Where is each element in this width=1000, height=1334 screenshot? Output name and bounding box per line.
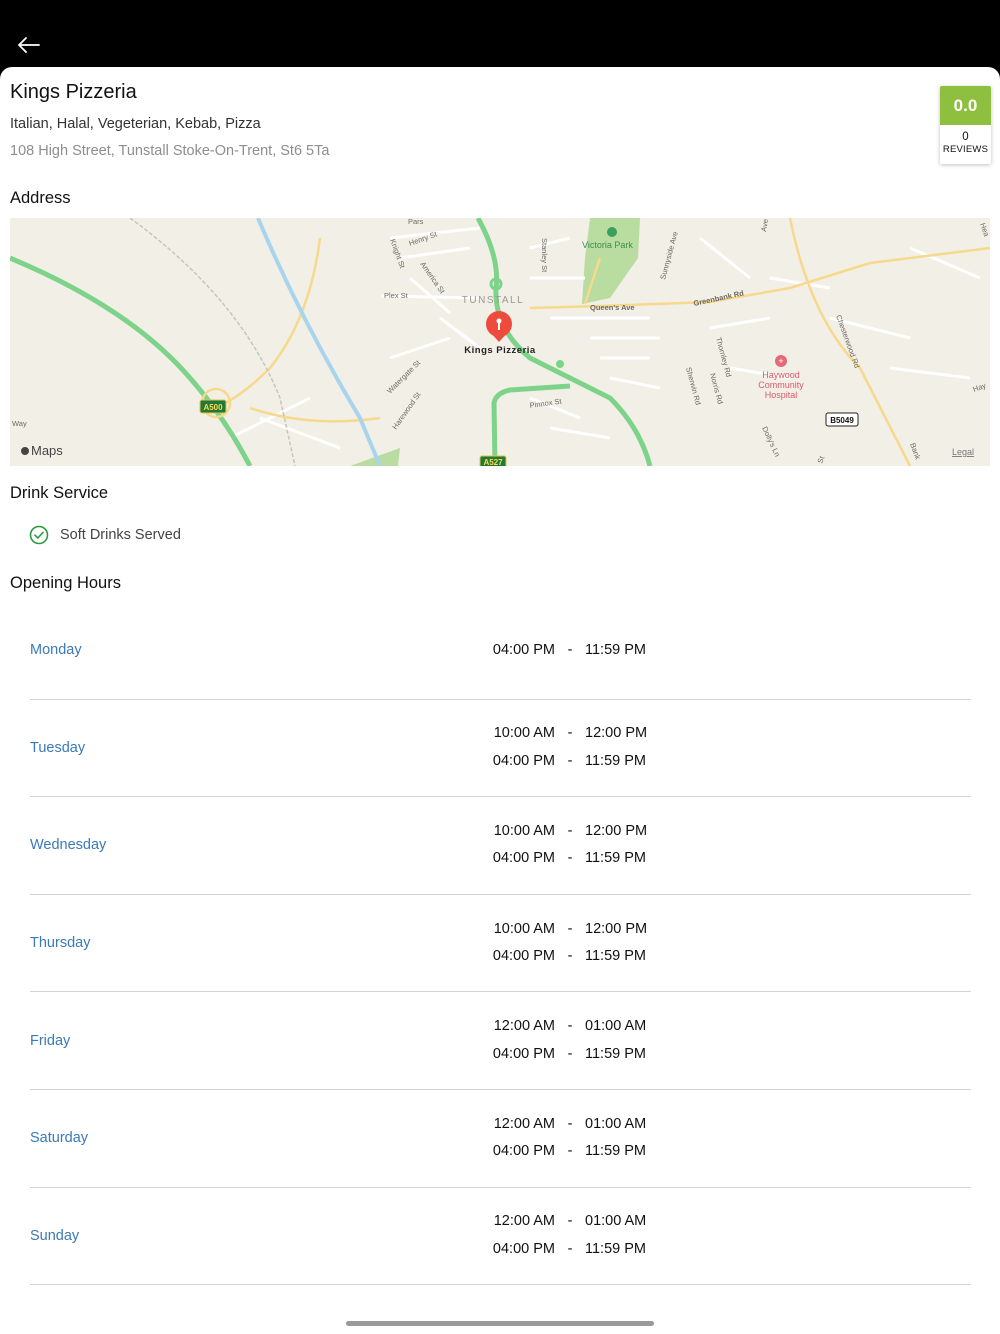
day-label[interactable]: Tuesday (30, 700, 85, 797)
drink-service-label: Soft Drinks Served (60, 527, 181, 543)
restaurant-detail-sheet: Kings Pizzeria Italian, Halal, Vegeteria… (0, 67, 1000, 1298)
drink-service-item: Soft Drinks Served (29, 524, 181, 546)
reviews-label: REVIEWS (942, 144, 989, 155)
svg-text:Bank: Bank (908, 442, 922, 461)
hours-row-thursday: Thursday 10:00 AM -12:00 PM 04:00 PM -11:5… (30, 895, 971, 993)
time-slot: 10:00 AM -12:00 PM (493, 920, 648, 937)
svg-text:Dolly's Ln: Dolly's Ln (760, 425, 782, 458)
hours-row-tuesday: Tuesday 10:00 AM -12:00 PM 04:00 PM -11:59… (30, 700, 971, 798)
opening-hours-table: Monday 04:00 PM -11:59 PM Tuesday 10:00 A… (30, 602, 971, 1286)
restaurant-address: 108 High Street, Tunstall Stoke-On-Trent… (10, 143, 330, 159)
hours-row-friday: Friday 12:00 AM -01:00 AM 04:00 PM -11:59 … (30, 992, 971, 1090)
map-hospital-line2: Community (758, 380, 804, 390)
svg-text:Watergate St: Watergate St (385, 358, 423, 396)
hours-row-saturday: Saturday 12:00 AM -01:00 AM 04:00 PM -11:5… (30, 1090, 971, 1188)
address-heading: Address (10, 189, 71, 207)
svg-text:Hay: Hay (972, 381, 988, 394)
svg-text:Sunnyside Ave: Sunnyside Ave (658, 230, 680, 280)
hospital-cross-icon: + (778, 356, 783, 366)
day-label[interactable]: Saturday (30, 1090, 88, 1187)
bottom-safe-area (0, 1298, 1000, 1334)
top-bar (0, 0, 1000, 68)
day-label[interactable]: Wednesday (30, 797, 106, 894)
map-area-label: TUNSTALL (462, 295, 524, 306)
day-label[interactable]: Thursday (30, 895, 90, 992)
time-slots: 10:00 AM -12:00 PM 04:00 PM -11:59 PM (485, 895, 665, 992)
day-label[interactable]: Monday (30, 602, 82, 699)
map-canvas: Victoria Park + Haywood Community Hospit… (10, 218, 990, 466)
svg-text:Greenbank Rd: Greenbank Rd (693, 288, 745, 308)
time-slot: 12:00 AM -01:00 AM (493, 1115, 647, 1132)
svg-text:Sherwin Rd: Sherwin Rd (684, 366, 703, 406)
rating-score: 0.0 (940, 86, 991, 125)
map-pin-label: Kings Pizzeria (464, 345, 536, 356)
park-marker-icon (607, 227, 617, 237)
road-badge-b5049: B5049 (825, 412, 859, 427)
map-legal-link[interactable]: Legal (952, 447, 974, 457)
svg-text:B5049: B5049 (830, 416, 854, 425)
svg-text:Stanley St: Stanley St (540, 238, 549, 273)
time-slot: 04:00 PM -11:59 PM (492, 1143, 646, 1160)
road-badge-a500: A500 (199, 399, 227, 414)
hours-row-monday: Monday 04:00 PM -11:59 PM (30, 602, 971, 700)
drink-service-heading: Drink Service (10, 484, 109, 502)
hours-row-wednesday: Wednesday 10:00 AM -12:00 PM 04:00 PM -11:… (30, 797, 971, 895)
time-slot: 10:00 AM -12:00 PM (493, 822, 648, 839)
map-park-label: Victoria Park (582, 240, 633, 250)
time-slot: 04:00 PM -11:59 PM (492, 641, 646, 658)
location-map[interactable]: Victoria Park + Haywood Community Hospit… (10, 218, 990, 466)
svg-text:Norris Rd: Norris Rd (708, 372, 725, 405)
time-slots: 04:00 PM -11:59 PM (485, 602, 665, 699)
cuisine-list: Italian, Halal, Vegeterian, Kebab, Pizza (10, 116, 261, 132)
svg-text:Way: Way (12, 419, 27, 428)
svg-text:St: St (815, 454, 826, 465)
back-button[interactable] (14, 30, 44, 60)
map-hospital-line1: Haywood (762, 370, 800, 380)
svg-text:Harewood St: Harewood St (390, 390, 423, 431)
road-badge-a527: A527 (479, 455, 507, 466)
svg-text:Pars: Pars (408, 218, 424, 226)
time-slot: 04:00 PM -11:59 PM (492, 752, 646, 769)
time-slot: 12:00 AM -01:00 AM (493, 1213, 647, 1230)
review-count: 0 (962, 131, 969, 143)
svg-text:Queen's Ave: Queen's Ave (590, 303, 635, 312)
time-slots: 12:00 AM -01:00 AM 04:00 PM -11:59 PM (485, 1090, 665, 1187)
day-label[interactable]: Friday (30, 992, 70, 1089)
street-labels: Pars Henry St Knight St America St Plex … (12, 218, 990, 465)
time-slot: 04:00 PM -11:59 PM (492, 1045, 646, 1062)
junction (556, 360, 564, 368)
apple-logo-icon (21, 447, 29, 455)
time-slots: 12:00 AM -01:00 AM 04:00 PM -11:59 PM (485, 992, 665, 1089)
maps-attribution: Maps (21, 443, 63, 458)
river (256, 218, 382, 466)
time-slot: 04:00 PM -11:59 PM (492, 1240, 646, 1257)
hours-row-sunday: Sunday 12:00 AM -01:00 AM 04:00 PM -11:59 … (30, 1188, 971, 1286)
time-slots: 10:00 AM -12:00 PM 04:00 PM -11:59 PM (485, 700, 665, 797)
svg-text:Ave: Ave (759, 218, 770, 232)
time-slot: 10:00 AM -12:00 PM (493, 725, 648, 742)
map-hospital-line3: Hospital (765, 390, 798, 400)
check-circle-icon (29, 525, 49, 545)
time-slot: 12:00 AM -01:00 AM (493, 1018, 647, 1035)
rating-card[interactable]: 0.0 0 REVIEWS (940, 86, 991, 164)
time-slots: 10:00 AM -12:00 PM 04:00 PM -11:59 PM (485, 797, 665, 894)
day-label[interactable]: Sunday (30, 1188, 79, 1285)
time-slot: 04:00 PM -11:59 PM (492, 850, 646, 867)
time-slots: 12:00 AM -01:00 AM 04:00 PM -11:59 PM (485, 1188, 665, 1285)
back-arrow-icon (18, 37, 40, 53)
svg-text:Knight St: Knight St (388, 238, 407, 271)
svg-text:Hea: Hea (978, 222, 990, 239)
svg-text:Maps: Maps (31, 443, 63, 458)
home-indicator[interactable] (346, 1321, 654, 1326)
restaurant-name: Kings Pizzeria (10, 81, 137, 103)
svg-text:Plex St: Plex St (384, 291, 409, 300)
svg-text:A500: A500 (203, 403, 223, 412)
svg-text:A527: A527 (483, 458, 503, 466)
svg-text:Henry St: Henry St (408, 229, 439, 248)
opening-hours-heading: Opening Hours (10, 574, 121, 592)
time-slot: 04:00 PM -11:59 PM (492, 948, 646, 965)
